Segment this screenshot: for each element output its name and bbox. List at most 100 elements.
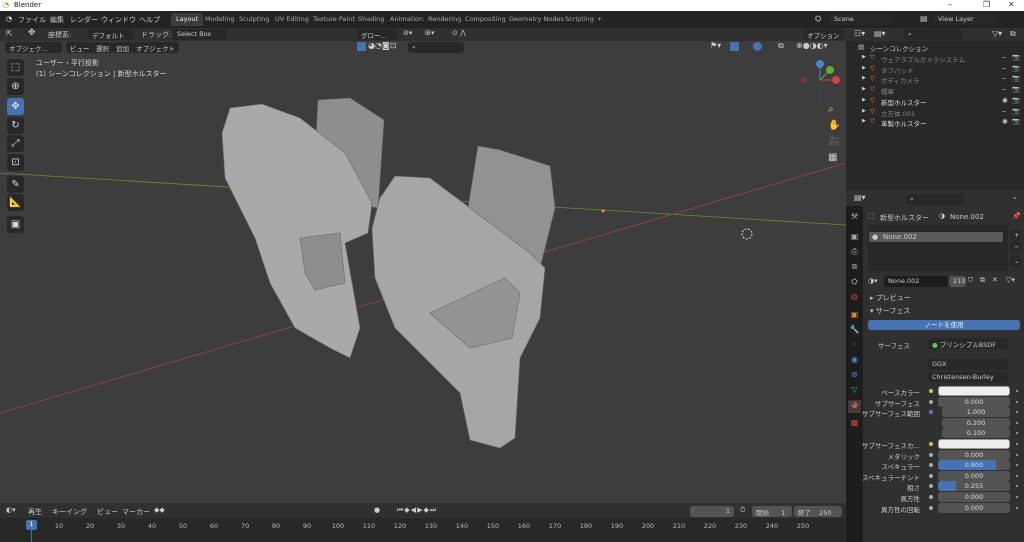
- menu-object[interactable]: オブジェクト: [132, 42, 179, 53]
- timeline-track[interactable]: [0, 518, 846, 542]
- material-slot-list[interactable]: ● None.002: [868, 225, 1008, 271]
- workspace-tab-add[interactable]: +: [592, 13, 607, 26]
- physics-tab-icon[interactable]: ◉: [848, 355, 861, 368]
- browse-material-icon[interactable]: ◑▾: [868, 277, 878, 285]
- new-collection-icon[interactable]: ⧉: [1010, 29, 1016, 39]
- measure-tool-icon[interactable]: 📐: [7, 194, 24, 211]
- value-field[interactable]: 0.800: [938, 460, 1010, 471]
- modifier-tab-icon[interactable]: 🔧: [848, 325, 861, 338]
- select-modes-icon[interactable]: ◕◔◙⊡: [368, 41, 396, 50]
- value-field[interactable]: 0.000: [938, 502, 1010, 513]
- transform-orientation-dropdown[interactable]: グロー…: [357, 29, 397, 40]
- keyframe-nav-icon[interactable]: ◆◆: [154, 506, 165, 514]
- camera-render-icon[interactable]: 📷: [1012, 74, 1020, 82]
- menu-view[interactable]: ビュー: [66, 42, 94, 53]
- visibility-icon[interactable]: ⚑▾: [710, 41, 721, 50]
- camera-render-icon[interactable]: 📷: [1012, 117, 1020, 125]
- menu-help[interactable]: ヘルプ: [139, 15, 160, 25]
- 3d-viewport[interactable]: ⇱ ✥ 座標系: デフォルト ドラッグ: Select Box グロー… ⊘▾ …: [0, 28, 846, 503]
- add-slot-button[interactable]: +: [1010, 230, 1021, 241]
- menu-select[interactable]: 選択: [92, 42, 113, 53]
- socket-icon[interactable]: [929, 399, 933, 404]
- slot-specials-button[interactable]: ⌄: [1010, 256, 1021, 267]
- orientation-dropdown[interactable]: デフォルト: [88, 29, 133, 40]
- close-button[interactable]: ✕: [1008, 0, 1015, 9]
- playback-controls-icon[interactable]: ⏮◆◀▶◆⏭: [397, 506, 437, 515]
- distribution-dropdown[interactable]: GGX: [928, 359, 1008, 370]
- output-tab-icon[interactable]: ⎙: [848, 247, 861, 260]
- eye-closed-icon[interactable]: ⌣: [1002, 53, 1006, 62]
- properties-options-icon[interactable]: ⌄: [1012, 193, 1018, 201]
- surface-panel-toggle[interactable]: ▾ サーフェス: [870, 306, 910, 316]
- expand-arrow-icon[interactable]: ▶: [862, 65, 866, 71]
- scene-tab-icon[interactable]: ⛭: [848, 277, 861, 290]
- surface-shader-dropdown[interactable]: ● プリンシプルBSDF: [928, 338, 1008, 349]
- value-field[interactable]: 0.000: [938, 470, 1010, 481]
- animate-dot-icon[interactable]: [1016, 496, 1018, 498]
- eye-open-icon[interactable]: ◉: [1002, 117, 1008, 125]
- view-layer-icon[interactable]: ▤: [920, 14, 928, 23]
- workspace-tab-shading[interactable]: Shading: [353, 13, 389, 26]
- socket-icon[interactable]: [929, 484, 933, 489]
- socket-icon[interactable]: [929, 463, 933, 468]
- value-field[interactable]: 0.200: [942, 417, 1010, 428]
- pan-view-icon[interactable]: ✋: [828, 120, 840, 131]
- animate-dot-icon[interactable]: [1016, 485, 1018, 488]
- subsurface-method-dropdown[interactable]: Christensen-Burley: [928, 372, 1008, 383]
- workspace-tab-layout[interactable]: Layout: [171, 13, 204, 26]
- view-menu[interactable]: ビュー: [97, 507, 118, 517]
- expand-arrow-icon[interactable]: ▶: [862, 118, 866, 124]
- render-tab-icon[interactable]: ▣: [848, 232, 861, 245]
- scene-icon[interactable]: ⛭: [815, 14, 821, 24]
- pin-icon[interactable]: 📌: [1012, 212, 1021, 220]
- transform-tool-icon[interactable]: ⇱: [6, 29, 13, 38]
- select-box-tool-icon[interactable]: ⬚: [7, 59, 24, 76]
- material-name-field[interactable]: None.002: [884, 276, 948, 287]
- add-cube-tool-icon[interactable]: ▣: [7, 216, 24, 233]
- eye-closed-icon[interactable]: ⌣: [1002, 107, 1006, 116]
- socket-icon[interactable]: [929, 495, 933, 499]
- workspace-tab-sculpting[interactable]: Sculpting: [234, 13, 274, 26]
- editor-type-icon[interactable]: ▤▾: [854, 193, 866, 202]
- annotate-tool-icon[interactable]: ✎: [7, 176, 24, 193]
- world-tab-icon[interactable]: ◍: [848, 292, 861, 305]
- pivot-icon[interactable]: ⊘▾: [403, 29, 412, 37]
- marker-menu[interactable]: マーカー: [122, 507, 150, 517]
- filter-view-icon[interactable]: ▤▾: [874, 29, 886, 38]
- material-users-count[interactable]: 213: [949, 276, 966, 287]
- scene-field[interactable]: Scene: [830, 14, 892, 25]
- duplicate-material-icon[interactable]: ⧉: [980, 276, 985, 285]
- editor-type-icon[interactable]: ◐▾: [6, 506, 16, 514]
- playhead[interactable]: 1: [26, 520, 37, 530]
- animate-dot-icon[interactable]: [1016, 390, 1018, 392]
- move-tool-icon[interactable]: ✥: [7, 98, 24, 115]
- blender-menu-icon[interactable]: ◔: [6, 15, 12, 23]
- eye-open-icon[interactable]: ◉: [1002, 96, 1008, 104]
- camera-view-icon[interactable]: 🎥: [828, 136, 840, 147]
- socket-icon[interactable]: [929, 410, 933, 415]
- animate-dot-icon[interactable]: [1016, 411, 1018, 414]
- maximize-button[interactable]: ❐: [983, 0, 990, 9]
- expand-arrow-icon[interactable]: ▶: [862, 86, 866, 92]
- proportional-edit-icon[interactable]: ⊙ ⋀: [452, 29, 466, 37]
- current-frame-field[interactable]: 1: [690, 506, 734, 517]
- fake-user-icon[interactable]: ⛉: [968, 276, 973, 285]
- outliner-item[interactable]: ▶ ▽ タフパッド ⌣ 📷: [846, 64, 1024, 75]
- value-field[interactable]: 0.000: [938, 396, 1010, 407]
- animate-dot-icon[interactable]: [1016, 464, 1018, 467]
- socket-icon[interactable]: [929, 442, 933, 446]
- options-dropdown[interactable]: オプション: [803, 29, 844, 40]
- minimize-button[interactable]: –: [948, 0, 952, 9]
- drag-dropdown[interactable]: Select Box: [173, 29, 227, 40]
- menu-edit[interactable]: 編集: [50, 15, 64, 25]
- texture-tab-icon[interactable]: ▩: [848, 418, 861, 431]
- end-frame-field[interactable]: 終了 250: [794, 506, 842, 517]
- scene-collection-row[interactable]: ▤ シーンコレクション: [846, 42, 1024, 53]
- view-layer-tab-icon[interactable]: ⧉: [848, 262, 861, 275]
- move-icon[interactable]: ✥: [28, 28, 36, 38]
- socket-icon[interactable]: [929, 505, 933, 510]
- socket-icon[interactable]: [929, 452, 933, 457]
- menu-file[interactable]: ファイル: [18, 15, 46, 25]
- animate-dot-icon[interactable]: [1016, 421, 1018, 424]
- animate-dot-icon[interactable]: [1016, 443, 1018, 445]
